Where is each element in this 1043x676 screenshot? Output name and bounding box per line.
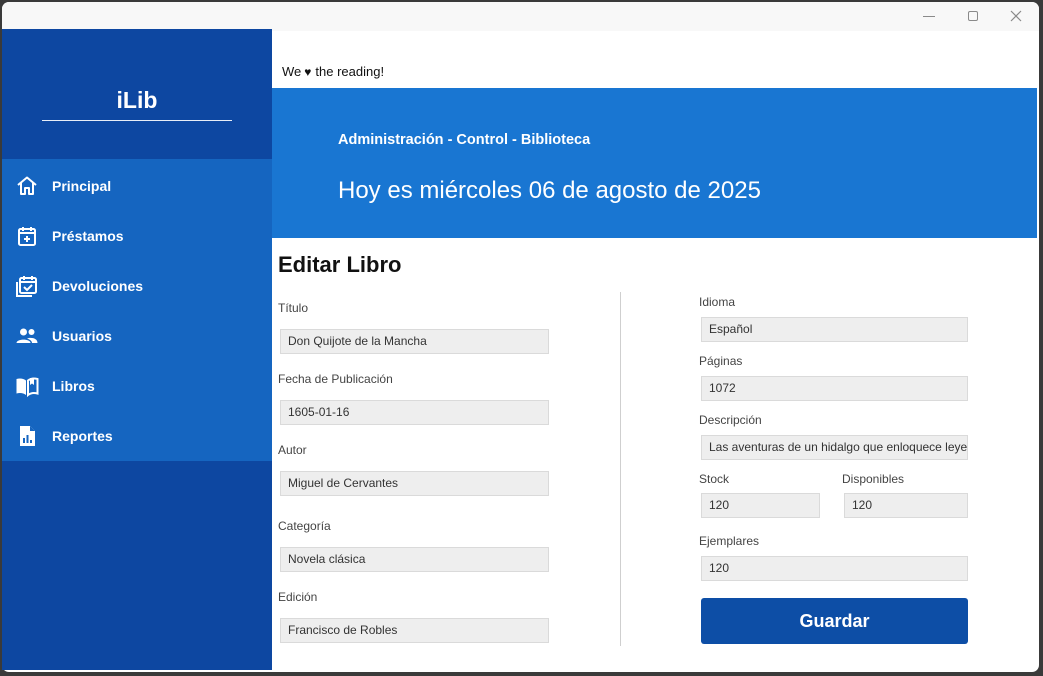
sidebar-item-label: Reportes <box>52 428 113 444</box>
disponibles-label: Disponibles <box>842 472 905 486</box>
stock-field[interactable]: 120 <box>701 493 820 518</box>
save-button[interactable]: Guardar <box>701 598 968 644</box>
fecha-field[interactable]: 1605-01-16 <box>280 400 549 425</box>
ejemplares-field[interactable]: 120 <box>701 556 968 581</box>
titulo-field[interactable]: Don Quijote de la Mancha <box>280 329 549 354</box>
sidebar-item-label: Principal <box>52 178 112 194</box>
maximize-button[interactable] <box>966 9 980 23</box>
idioma-field[interactable]: Español <box>701 317 968 342</box>
sidebar-item-label: Devoluciones <box>52 278 144 294</box>
minimize-button[interactable] <box>922 9 936 23</box>
sidebar: iLib Principal Préstamos Devoluciones Us… <box>2 29 272 670</box>
close-button[interactable] <box>1009 9 1023 23</box>
brand-divider <box>42 120 232 121</box>
brand-area: iLib <box>2 29 272 159</box>
title-bar <box>2 2 1039 31</box>
tagline: We ♥ the reading! <box>282 64 384 79</box>
sidebar-item-prestamos[interactable]: Préstamos <box>2 211 272 261</box>
categoria-label: Categoría <box>278 519 331 533</box>
sidebar-item-label: Libros <box>52 378 95 394</box>
paginas-field[interactable]: 1072 <box>701 376 968 401</box>
sidebar-item-label: Préstamos <box>52 228 124 244</box>
current-date: Hoy es miércoles 06 de agosto de 2025 <box>338 177 761 204</box>
sidebar-item-principal[interactable]: Principal <box>2 161 272 211</box>
header-banner: Administración - Control - Biblioteca Ho… <box>272 88 1037 238</box>
home-icon <box>17 176 37 195</box>
categoria-field[interactable]: Novela clásica <box>280 547 549 572</box>
disponibles-field[interactable]: 120 <box>844 493 968 518</box>
stock-label: Stock <box>699 472 730 486</box>
sidebar-item-label: Usuarios <box>52 328 112 344</box>
tagline-prefix: We <box>282 64 302 79</box>
idioma-label: Idioma <box>699 295 736 309</box>
sidebar-item-usuarios[interactable]: Usuarios <box>2 311 272 361</box>
app-logo-title: iLib <box>116 87 158 113</box>
edicion-field[interactable]: Francisco de Robles <box>280 618 549 643</box>
sidebar-item-reportes[interactable]: Reportes <box>2 411 272 461</box>
close-icon <box>1010 10 1022 22</box>
descripcion-field[interactable]: Las aventuras de un hidalgo que enloquec… <box>701 435 968 460</box>
edicion-label: Edición <box>278 590 318 604</box>
banner-subtitle: Administración - Control - Biblioteca <box>338 132 591 148</box>
paginas-label: Páginas <box>699 354 743 368</box>
book-open-icon <box>16 377 39 398</box>
calendar-plus-icon <box>18 227 36 246</box>
sidebar-item-devoluciones[interactable]: Devoluciones <box>2 261 272 311</box>
heart-icon: ♥ <box>304 65 312 79</box>
autor-label: Autor <box>278 443 307 457</box>
sidebar-item-libros[interactable]: Libros <box>2 361 272 411</box>
titulo-label: Título <box>278 301 309 315</box>
autor-field[interactable]: Miguel de Cervantes <box>280 471 549 496</box>
sidebar-nav: Principal Préstamos Devoluciones Usuario… <box>2 159 272 461</box>
descripcion-label: Descripción <box>699 413 762 427</box>
column-divider <box>620 292 621 646</box>
calendar-check-icon <box>16 276 37 297</box>
ejemplares-label: Ejemplares <box>699 534 760 548</box>
tagline-suffix: the reading! <box>315 64 385 79</box>
users-icon <box>16 328 38 343</box>
report-icon <box>20 426 35 446</box>
fecha-label: Fecha de Publicación <box>278 372 393 386</box>
page-title: Editar Libro <box>278 252 402 277</box>
